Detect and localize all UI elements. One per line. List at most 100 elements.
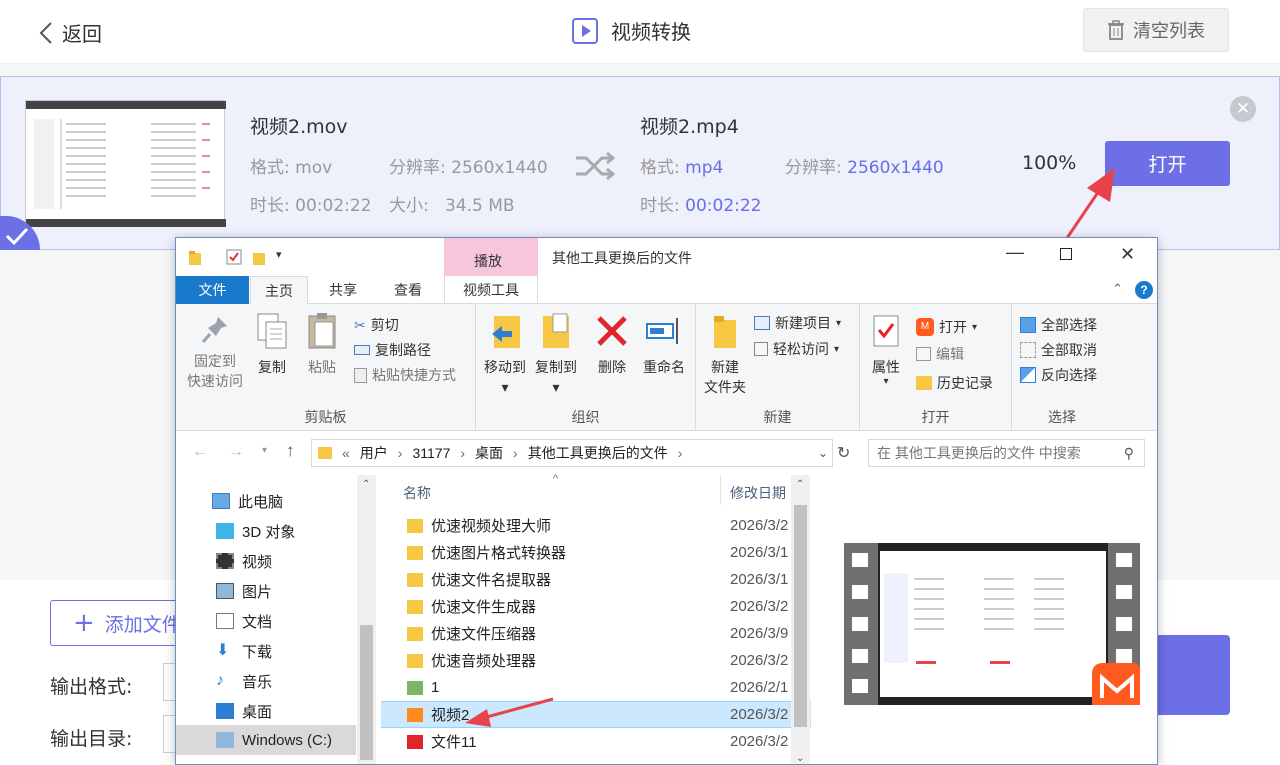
maximize-button[interactable] (1060, 248, 1072, 260)
column-name[interactable]: 名称 (403, 483, 431, 503)
computer-icon (212, 493, 230, 509)
forward-nav-button[interactable]: → (228, 443, 244, 461)
ribbon-home: 固定到 快速访问 复制 粘贴 ✂剪切 复制路径 粘贴快捷方式 剪贴板 移动到▾ (176, 304, 1157, 431)
back-nav-button[interactable]: ← (192, 443, 208, 461)
tab-share[interactable]: 共享 (314, 276, 372, 304)
easy-access-button[interactable]: 轻松访问 ▾ (754, 338, 839, 360)
file-name: 优速图片格式转换器 (431, 545, 567, 562)
new-folder-icon (714, 316, 736, 348)
output-format-label: 输出格式: (50, 676, 133, 698)
file-name: 文件11 (431, 734, 477, 751)
target-duration: 时长: 00:02:22 (640, 196, 762, 216)
new-item-button[interactable]: 新建项目 ▾ (754, 312, 841, 334)
copy-path-button[interactable]: 复制路径 (354, 339, 431, 361)
folder-row[interactable]: 优速文件名提取器 2026/3/1 (381, 566, 811, 593)
tab-video-tools[interactable]: 视频工具 (444, 276, 538, 304)
breadcrumb-current[interactable]: 其他工具更换后的文件 (528, 443, 668, 463)
select-all-button[interactable]: 全部选择 (1020, 314, 1097, 336)
folder-icon (407, 599, 423, 614)
nav-this-pc[interactable]: 此电脑 (212, 487, 283, 515)
list-scrollbar[interactable]: ⌃ ⌄ (791, 475, 810, 764)
path-overflow[interactable]: « (342, 445, 350, 461)
column-date[interactable]: 修改日期 (730, 483, 786, 503)
output-dir-label: 输出目录: (50, 728, 133, 750)
back-label: 返回 (62, 22, 102, 46)
red-arrow-file-annotation (465, 697, 554, 727)
select-none-button[interactable]: 全部取消 (1020, 339, 1097, 361)
group-new-label: 新建 (763, 409, 792, 425)
folder-row[interactable]: 优速文件压缩器 2026/3/9 (381, 620, 811, 647)
close-window-button[interactable]: ✕ (1120, 244, 1135, 265)
minimize-button[interactable]: — (1006, 242, 1024, 263)
page-title-text: 视频转换 (611, 20, 691, 44)
path-dropdown-icon[interactable]: ⌄ (818, 446, 828, 460)
tab-file[interactable]: 文件 (176, 276, 249, 304)
rename-button[interactable]: 重命名 (638, 312, 690, 377)
open-with-button[interactable]: M 打开 ▾ (916, 316, 977, 338)
plus-icon: + (73, 608, 95, 638)
breadcrumb-user[interactable]: 31177 (412, 445, 450, 461)
help-icon[interactable]: ? (1135, 281, 1153, 299)
new-folder-quick-icon[interactable] (252, 250, 266, 266)
nav-windows-c[interactable]: Windows (C:) (216, 726, 332, 754)
nav-pictures[interactable]: 图片 (216, 577, 272, 605)
paste-shortcut-button[interactable]: 粘贴快捷方式 (354, 364, 456, 386)
nav-desktop[interactable]: 桌面 (216, 697, 272, 725)
copy-to-button[interactable]: 复制到▾ (532, 312, 580, 397)
trash-icon (1108, 20, 1124, 40)
search-input[interactable]: 在 其他工具更换后的文件 中搜索 ⚲ (868, 439, 1145, 467)
recent-locations-icon[interactable]: ▾ (262, 445, 267, 456)
nav-music[interactable]: ♪ 音乐 (216, 667, 272, 695)
history-icon (916, 376, 932, 390)
group-organize-label: 组织 (571, 409, 600, 425)
invert-selection-button[interactable]: 反向选择 (1020, 364, 1097, 386)
folder-row[interactable]: 优速图片格式转换器 2026/3/1 (381, 539, 811, 566)
refresh-icon[interactable]: ↻ (837, 443, 850, 463)
app-logo-icon: M (916, 318, 934, 336)
delete-x-icon (597, 316, 627, 346)
selected-check-icon[interactable] (0, 216, 40, 250)
back-button[interactable]: 返回 (38, 18, 102, 47)
pin-icon (201, 317, 227, 343)
tab-home[interactable]: 主页 (250, 276, 308, 304)
folder-row[interactable]: 优速视频处理大师 2026/3/2 (381, 512, 811, 539)
properties-button[interactable]: 属性 ▾ (866, 312, 906, 387)
source-filename: 视频2.mov (250, 116, 348, 138)
file-date: 2026/3/2 (730, 733, 789, 750)
nav-videos[interactable]: 视频 (216, 547, 272, 575)
file-name: 1 (431, 679, 440, 696)
pin-quick-access-button[interactable]: 固定到 快速访问 (182, 314, 248, 391)
remove-item-icon[interactable]: ✕ (1230, 96, 1256, 122)
properties-check-icon[interactable] (226, 249, 242, 265)
nav-scrollbar[interactable]: ⌃ (357, 475, 376, 764)
tab-view[interactable]: 查看 (379, 276, 437, 304)
nav-documents[interactable]: 文档 (216, 607, 272, 635)
group-clipboard: 固定到 快速访问 复制 粘贴 ✂ 剪切 复制路径 粘贴快捷方式 剪贴板 (176, 304, 476, 431)
paste-button[interactable]: 粘贴 (302, 312, 342, 377)
file-row[interactable]: 1 2026/2/1 (381, 674, 811, 701)
nav-3d-objects[interactable]: 3D 对象 (216, 517, 295, 545)
file-row[interactable]: 视频2 2026/3/2 (381, 701, 811, 728)
collapse-ribbon-icon[interactable]: ⌃ (1112, 281, 1123, 297)
file-row[interactable]: 文件11 2026/3/2 (381, 728, 811, 755)
up-folder-button[interactable]: ↑ (286, 441, 295, 461)
edit-button[interactable]: 编辑 (916, 343, 964, 365)
clear-list-button[interactable]: 清空列表 (1083, 8, 1229, 52)
quick-access-dropdown-icon[interactable]: ▾ (276, 248, 282, 261)
copy-to-icon (543, 313, 569, 348)
file-date: 2026/3/2 (730, 598, 789, 615)
breadcrumb-desktop[interactable]: 桌面 (475, 443, 503, 463)
cut-button[interactable]: ✂ 剪切 (354, 314, 399, 336)
target-format: 格式: mp4 (640, 158, 724, 178)
folder-row[interactable]: 优速音频处理器 2026/3/2 (381, 647, 811, 674)
new-folder-button[interactable]: 新建 文件夹 (700, 312, 750, 397)
nav-downloads[interactable]: ⬇ 下载 (216, 637, 272, 665)
history-button[interactable]: 历史记录 (916, 372, 993, 394)
move-to-button[interactable]: 移动到▾ (482, 312, 528, 397)
copy-button[interactable]: 复制 (252, 312, 292, 377)
folder-row[interactable]: 优速文件生成器 2026/3/2 (381, 593, 811, 620)
delete-button[interactable]: 删除 (592, 312, 632, 377)
address-path[interactable]: « 用户 › 31177 › 桌面 › 其他工具更换后的文件 › ⌄ (311, 439, 833, 467)
breadcrumb-users[interactable]: 用户 (360, 443, 388, 463)
edit-icon (916, 347, 931, 361)
